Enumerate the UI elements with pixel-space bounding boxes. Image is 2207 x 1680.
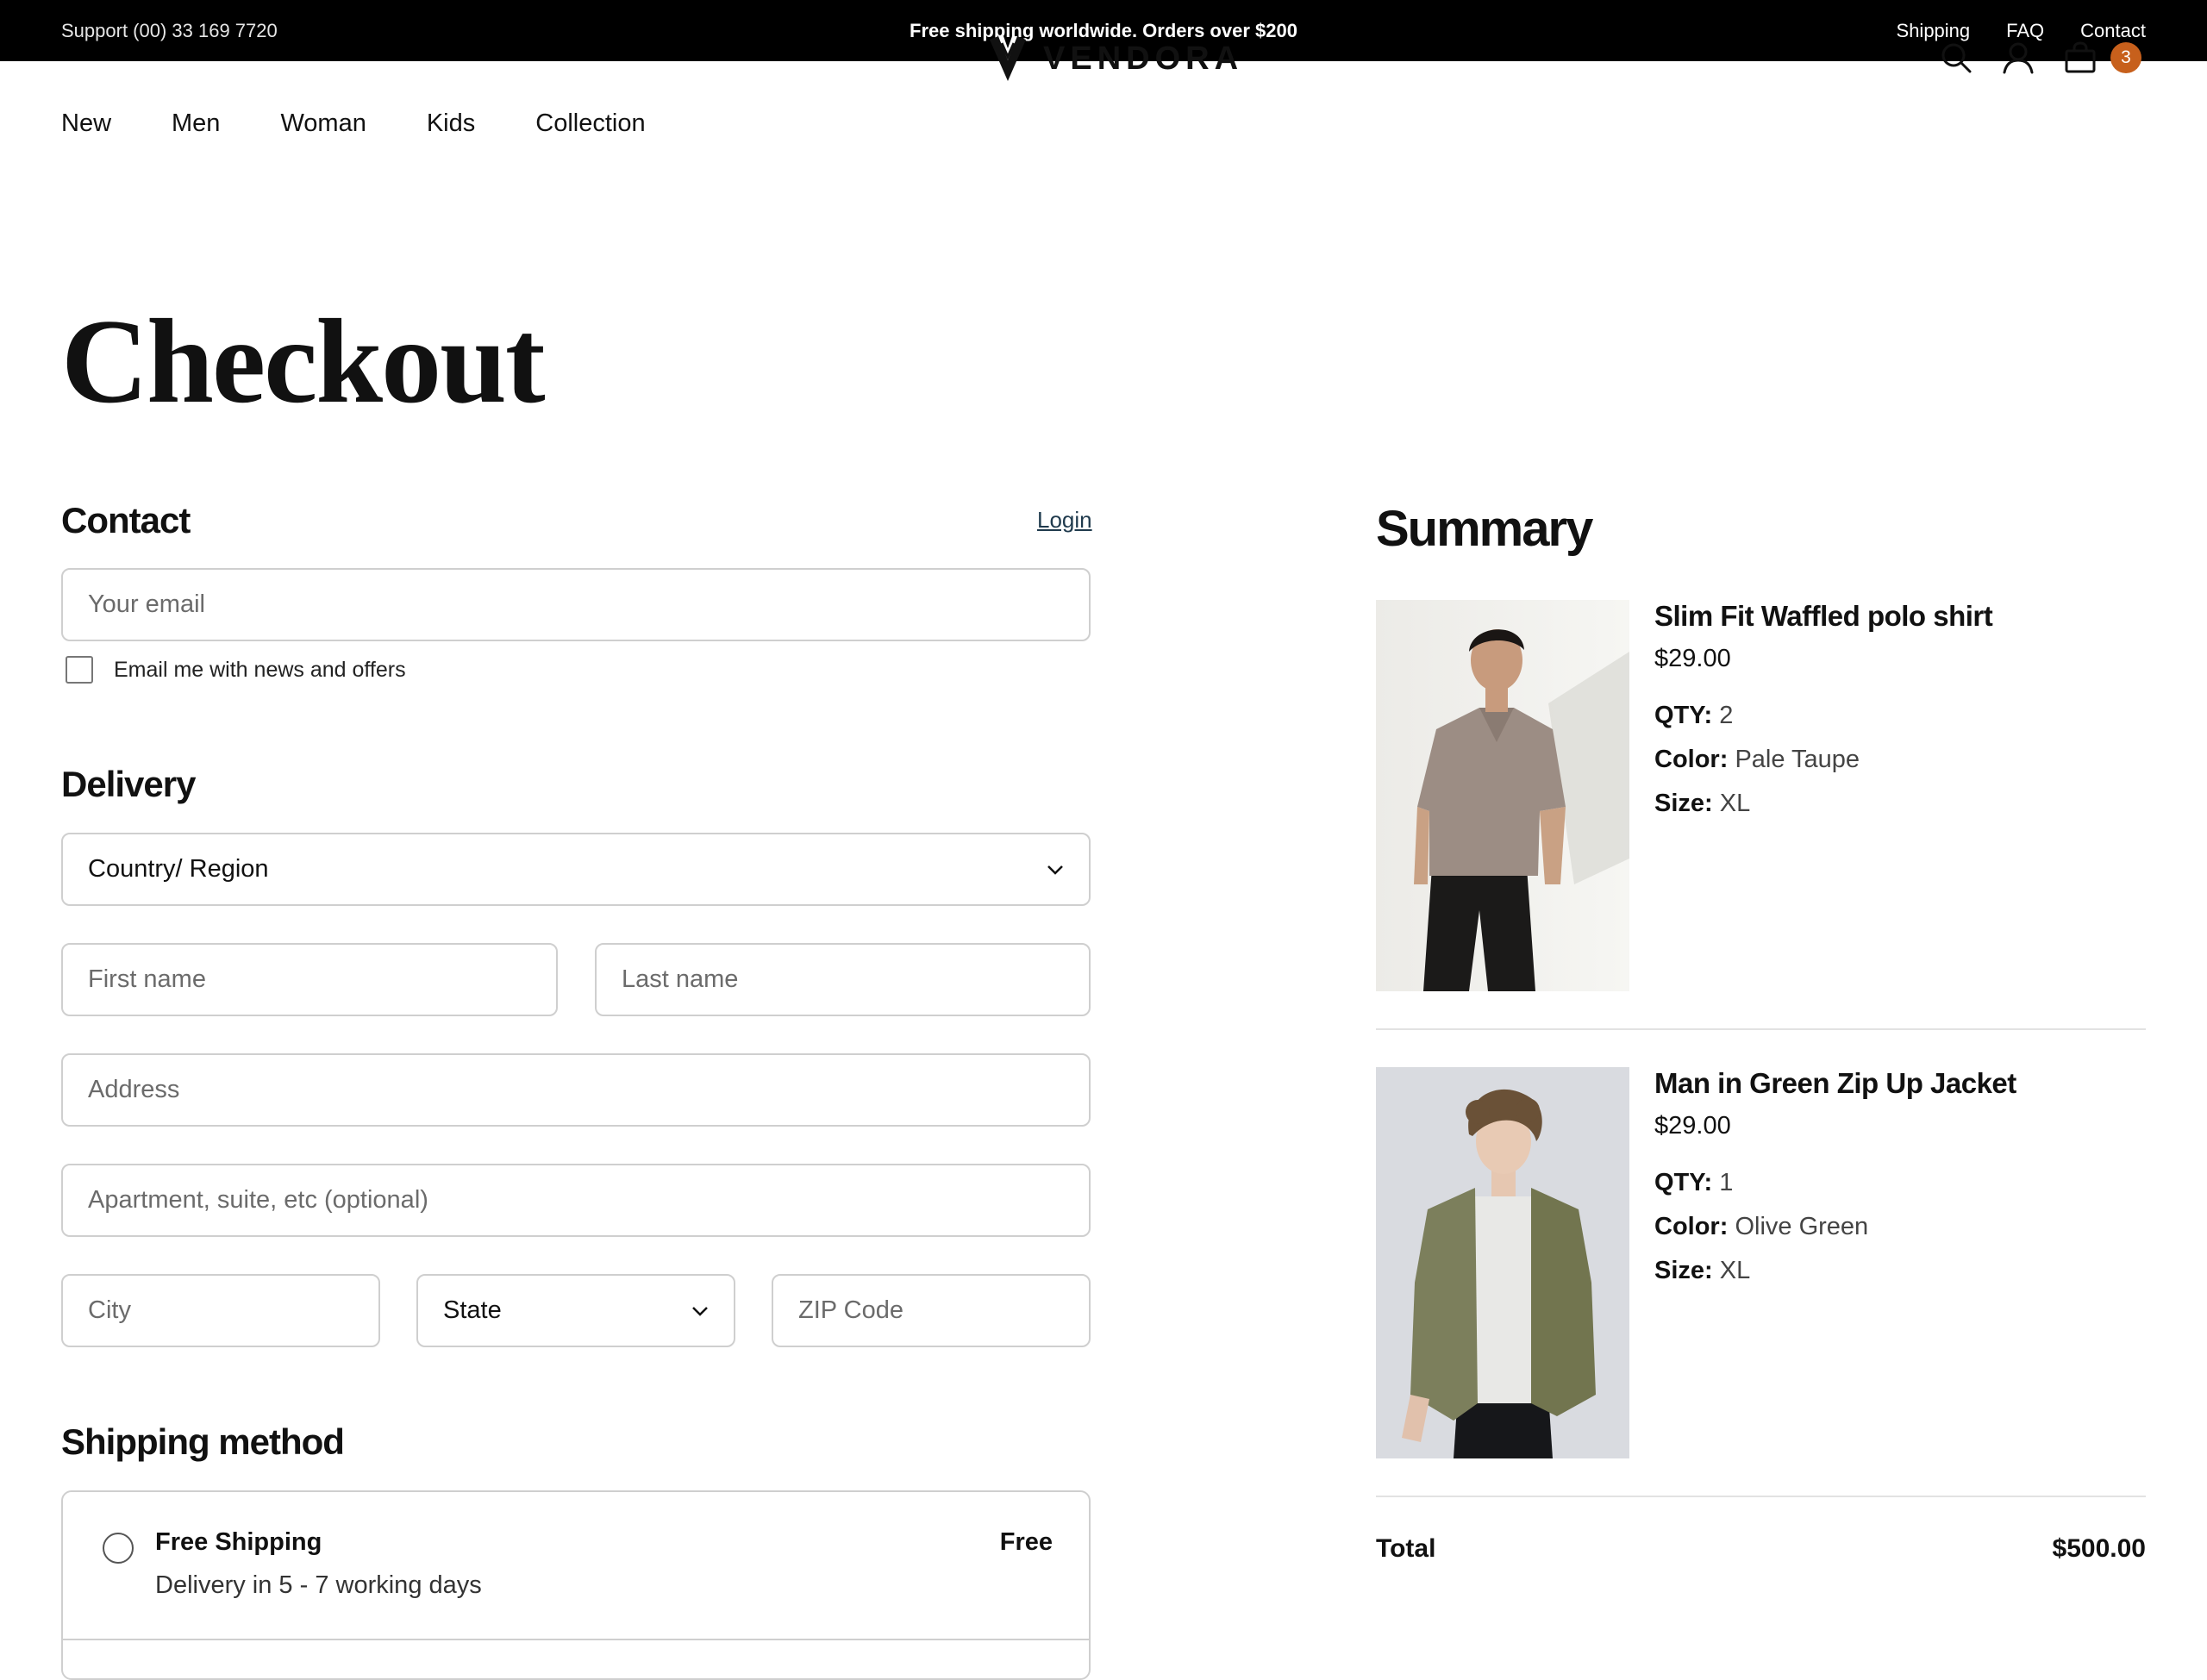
cart-button[interactable]: 3: [2064, 41, 2141, 74]
utility-links: Shipping FAQ Contact: [1897, 20, 2146, 42]
nav-item-new[interactable]: New: [61, 109, 111, 138]
color-label: Color:: [1654, 1213, 1729, 1240]
last-name-input[interactable]: [597, 945, 1089, 1015]
color-value: Olive Green: [1735, 1213, 1869, 1240]
total-label: Total: [1376, 1534, 1436, 1563]
city-input[interactable]: [63, 1276, 378, 1346]
qty-label: QTY:: [1654, 1169, 1713, 1196]
faq-link[interactable]: FAQ: [2006, 20, 2044, 42]
nav-item-kids[interactable]: Kids: [427, 109, 475, 138]
state-value: State: [443, 1296, 502, 1324]
brand-mark-icon: [990, 36, 1026, 81]
address-input[interactable]: [63, 1055, 1089, 1125]
zip-field: [772, 1274, 1091, 1347]
item-price: $29.00: [1654, 1112, 1731, 1140]
search-icon[interactable]: [1940, 41, 1973, 74]
nav-item-collection[interactable]: Collection: [535, 109, 645, 138]
item-color: Color: Pale Taupe: [1654, 746, 1860, 774]
qty-value: 2: [1719, 702, 1734, 729]
shipping-option-desc: Delivery in 5 - 7 working days: [155, 1571, 482, 1599]
country-select[interactable]: Country/ Region: [61, 833, 1091, 906]
color-label: Color:: [1654, 746, 1729, 773]
qty-value: 1: [1719, 1169, 1734, 1196]
summary-heading: Summary: [1376, 501, 1593, 557]
nav-menu: New Men Woman Kids Collection: [61, 109, 646, 138]
login-link[interactable]: Login: [1037, 507, 1092, 534]
size-value: XL: [1719, 1257, 1751, 1284]
zip-input[interactable]: [773, 1276, 1089, 1346]
cart-item: Man in Green Zip Up Jacket $29.00 QTY: 1…: [1376, 1067, 2146, 1458]
brand-logo[interactable]: VENDORA: [988, 34, 1243, 83]
page-title: Checkout: [61, 295, 546, 428]
shipping-radio[interactable]: [103, 1533, 134, 1564]
shipping-options: Free Shipping Delivery in 5 - 7 working …: [61, 1490, 1091, 1680]
email-field: [61, 568, 1091, 641]
shipping-option-free[interactable]: Free Shipping Delivery in 5 - 7 working …: [63, 1492, 1089, 1640]
order-total: Total $500.00: [1376, 1534, 2146, 1564]
item-price: $29.00: [1654, 645, 1731, 672]
delivery-heading: Delivery: [61, 764, 196, 804]
size-label: Size:: [1654, 1257, 1713, 1284]
summary-divider: [1376, 1496, 2146, 1497]
cart-item: Slim Fit Waffled polo shirt $29.00 QTY: …: [1376, 600, 2146, 991]
total-value: $500.00: [2052, 1534, 2146, 1563]
item-size: Size: XL: [1654, 790, 1750, 818]
product-image-jacket[interactable]: [1376, 1067, 1629, 1458]
newsletter-checkbox[interactable]: [66, 656, 93, 684]
country-value: Country/ Region: [88, 855, 269, 883]
address-field: [61, 1053, 1091, 1127]
item-color: Color: Olive Green: [1654, 1213, 1868, 1241]
shipping-option-price: Free: [999, 1528, 1053, 1556]
item-size: Size: XL: [1654, 1257, 1750, 1285]
summary-divider: [1376, 1028, 2146, 1030]
nav-item-men[interactable]: Men: [172, 109, 220, 138]
email-input[interactable]: [63, 570, 1089, 640]
chevron-down-icon: [692, 1306, 708, 1316]
apartment-field: [61, 1164, 1091, 1237]
item-qty: QTY: 1: [1654, 1169, 1733, 1197]
item-name[interactable]: Slim Fit Waffled polo shirt: [1654, 600, 1993, 633]
apartment-input[interactable]: [63, 1165, 1089, 1235]
color-value: Pale Taupe: [1735, 746, 1860, 773]
last-name-field: [595, 943, 1091, 1016]
support-phone: Support (00) 33 169 7720: [61, 19, 278, 41]
user-icon[interactable]: [2002, 41, 2035, 74]
size-value: XL: [1719, 790, 1751, 817]
shipping-option-name: Free Shipping: [155, 1528, 322, 1556]
shipping-link[interactable]: Shipping: [1897, 20, 1971, 42]
chevron-down-icon: [1047, 865, 1063, 875]
state-select[interactable]: State: [416, 1274, 735, 1347]
nav-item-woman[interactable]: Woman: [280, 109, 366, 138]
item-name[interactable]: Man in Green Zip Up Jacket: [1654, 1067, 2016, 1100]
brand-name: VENDORA: [1043, 40, 1244, 77]
newsletter-label: Email me with news and offers: [114, 657, 406, 682]
first-name-input[interactable]: [63, 945, 556, 1015]
contact-heading: Contact: [61, 500, 191, 540]
newsletter-row: Email me with news and offers: [66, 656, 406, 684]
item-qty: QTY: 2: [1654, 702, 1733, 730]
contact-link[interactable]: Contact: [2080, 20, 2146, 42]
qty-label: QTY:: [1654, 702, 1713, 729]
first-name-field: [61, 943, 558, 1016]
cart-count-badge: 3: [2110, 42, 2141, 73]
shipping-heading: Shipping method: [61, 1421, 345, 1462]
nav-actions: 3: [1940, 41, 2141, 74]
size-label: Size:: [1654, 790, 1713, 817]
product-image-polo[interactable]: [1376, 600, 1629, 991]
bag-icon: [2065, 41, 2096, 73]
city-field: [61, 1274, 380, 1347]
